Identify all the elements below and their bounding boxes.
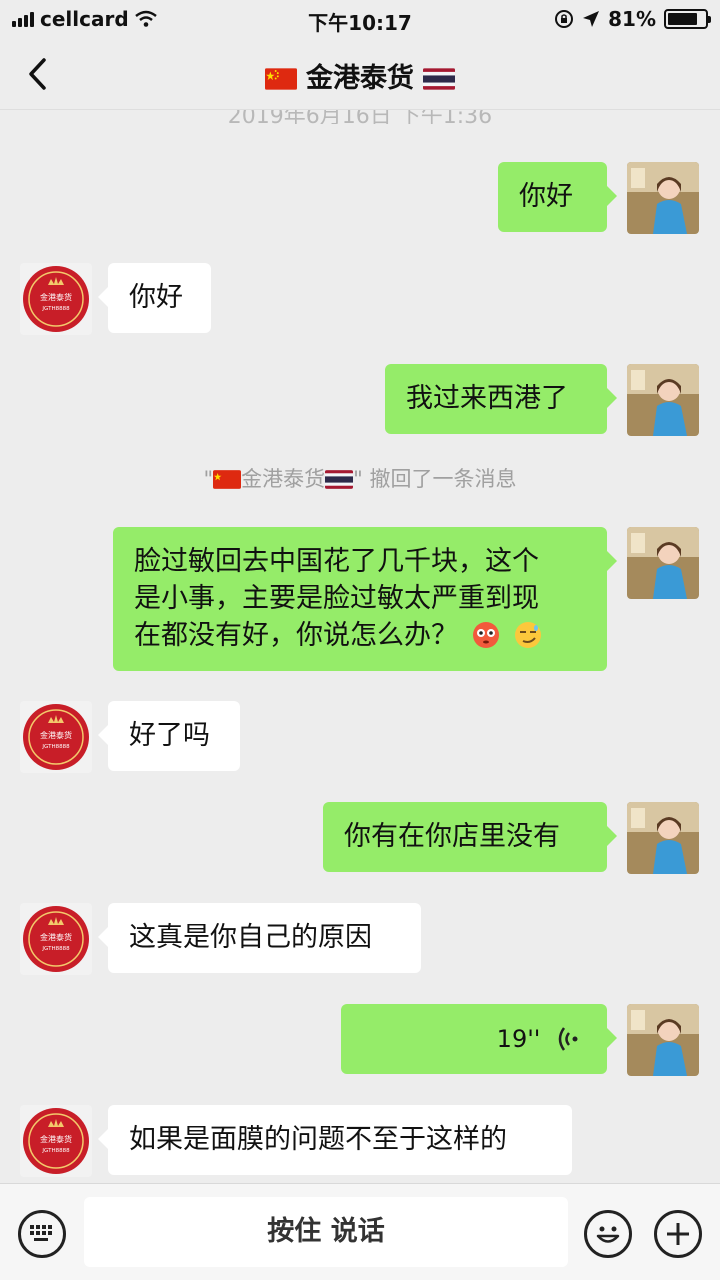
- message-text-line: 在都没有好，你说怎么办？: [134, 620, 458, 651]
- contact-avatar[interactable]: 金港泰货 JGTH8888: [20, 903, 92, 975]
- contact-avatar[interactable]: 金港泰货 JGTH8888: [20, 1105, 92, 1177]
- my-avatar[interactable]: [627, 162, 699, 234]
- nav-bar: 金港泰货: [0, 40, 720, 110]
- china-flag-icon: [264, 68, 297, 90]
- message-bubble-outgoing[interactable]: 你好: [498, 162, 617, 232]
- battery-level: [668, 13, 698, 25]
- message-bubble-incoming[interactable]: 你好: [98, 263, 211, 333]
- message-text-line: 是小事，主要是脸过敏太严重到现: [134, 583, 539, 614]
- message-bubble-incoming[interactable]: 好了吗: [98, 701, 240, 771]
- voice-wave-icon: [558, 1027, 578, 1051]
- contact-avatar[interactable]: 金港泰货 JGTH8888: [20, 701, 92, 773]
- message-bubble-incoming[interactable]: 这真是你自己的原因: [98, 903, 421, 973]
- voice-message-bubble[interactable]: 19'': [341, 1004, 617, 1074]
- location-icon: [583, 11, 600, 27]
- chat-title: 金港泰货: [306, 63, 414, 94]
- message-text: 如果是面膜的问题不至于这样的: [129, 1124, 507, 1155]
- thailand-flag-icon: [423, 68, 456, 90]
- recall-sender-name: 金港泰货: [241, 467, 326, 491]
- clock: 下午10:17: [308, 11, 412, 35]
- my-avatar[interactable]: [627, 364, 699, 436]
- message-text: 这真是你自己的原因: [129, 922, 372, 953]
- emoji-icon[interactable]: [584, 1210, 632, 1258]
- avatar-badge-name: 金港泰货: [40, 1134, 72, 1144]
- my-avatar[interactable]: [627, 527, 699, 599]
- battery-percent: 81%: [608, 7, 656, 31]
- recall-notice: " 金港泰货 " 撤回了一条消息: [0, 463, 720, 493]
- input-bar: 按住 说话: [0, 1183, 720, 1280]
- message-text-line: 脸过敏回去中国花了几千块，这个: [134, 546, 539, 577]
- avatar-badge-code: JGTH8888: [41, 1148, 70, 1154]
- my-avatar[interactable]: [627, 802, 699, 874]
- avatar-badge-name: 金港泰货: [40, 932, 72, 942]
- message-text: 我过来西港了: [406, 383, 568, 414]
- message-bubble-incoming[interactable]: 如果是面膜的问题不至于这样的: [98, 1105, 572, 1175]
- china-flag-icon: [213, 470, 242, 489]
- flushed-face-emoji-icon: [472, 622, 499, 648]
- battery-icon: [664, 9, 711, 29]
- contact-avatar[interactable]: 金港泰货 JGTH8888: [20, 263, 92, 335]
- rotation-lock-icon: [555, 10, 574, 28]
- status-bar: cellcard 下午10:17 81%: [0, 0, 720, 40]
- add-more-icon[interactable]: [654, 1210, 702, 1258]
- message-text: 你好: [519, 181, 573, 212]
- avatar-badge-code: JGTH8888: [41, 744, 70, 750]
- avatar-badge-code: JGTH8888: [41, 946, 70, 952]
- keyboard-toggle-icon[interactable]: [18, 1210, 66, 1258]
- avatar-badge-name: 金港泰货: [40, 730, 72, 740]
- message-bubble-outgoing[interactable]: 脸过敏回去中国花了几千块，这个 是小事，主要是脸过敏太严重到现 在都没有好，你说…: [113, 527, 617, 671]
- voice-duration: 19'': [496, 1025, 541, 1053]
- recall-text: 撤回了一条消息: [369, 467, 517, 491]
- avatar-badge-name: 金港泰货: [40, 292, 72, 302]
- message-bubble-outgoing[interactable]: 你有在你店里没有: [323, 802, 617, 872]
- my-avatar[interactable]: [627, 1004, 699, 1076]
- message-text: 你好: [129, 282, 183, 313]
- message-bubble-outgoing[interactable]: 我过来西港了: [385, 364, 617, 434]
- quote-mark: ": [203, 467, 214, 491]
- hold-to-talk-button[interactable]: 按住 说话: [84, 1197, 568, 1267]
- message-text: 你有在你店里没有: [344, 821, 560, 852]
- avatar-badge-code: JGTH8888: [41, 306, 70, 312]
- thailand-flag-icon: [325, 470, 354, 489]
- smirk-face-emoji-icon: [515, 622, 542, 648]
- quote-mark: ": [353, 467, 363, 491]
- message-text: 好了吗: [129, 720, 210, 751]
